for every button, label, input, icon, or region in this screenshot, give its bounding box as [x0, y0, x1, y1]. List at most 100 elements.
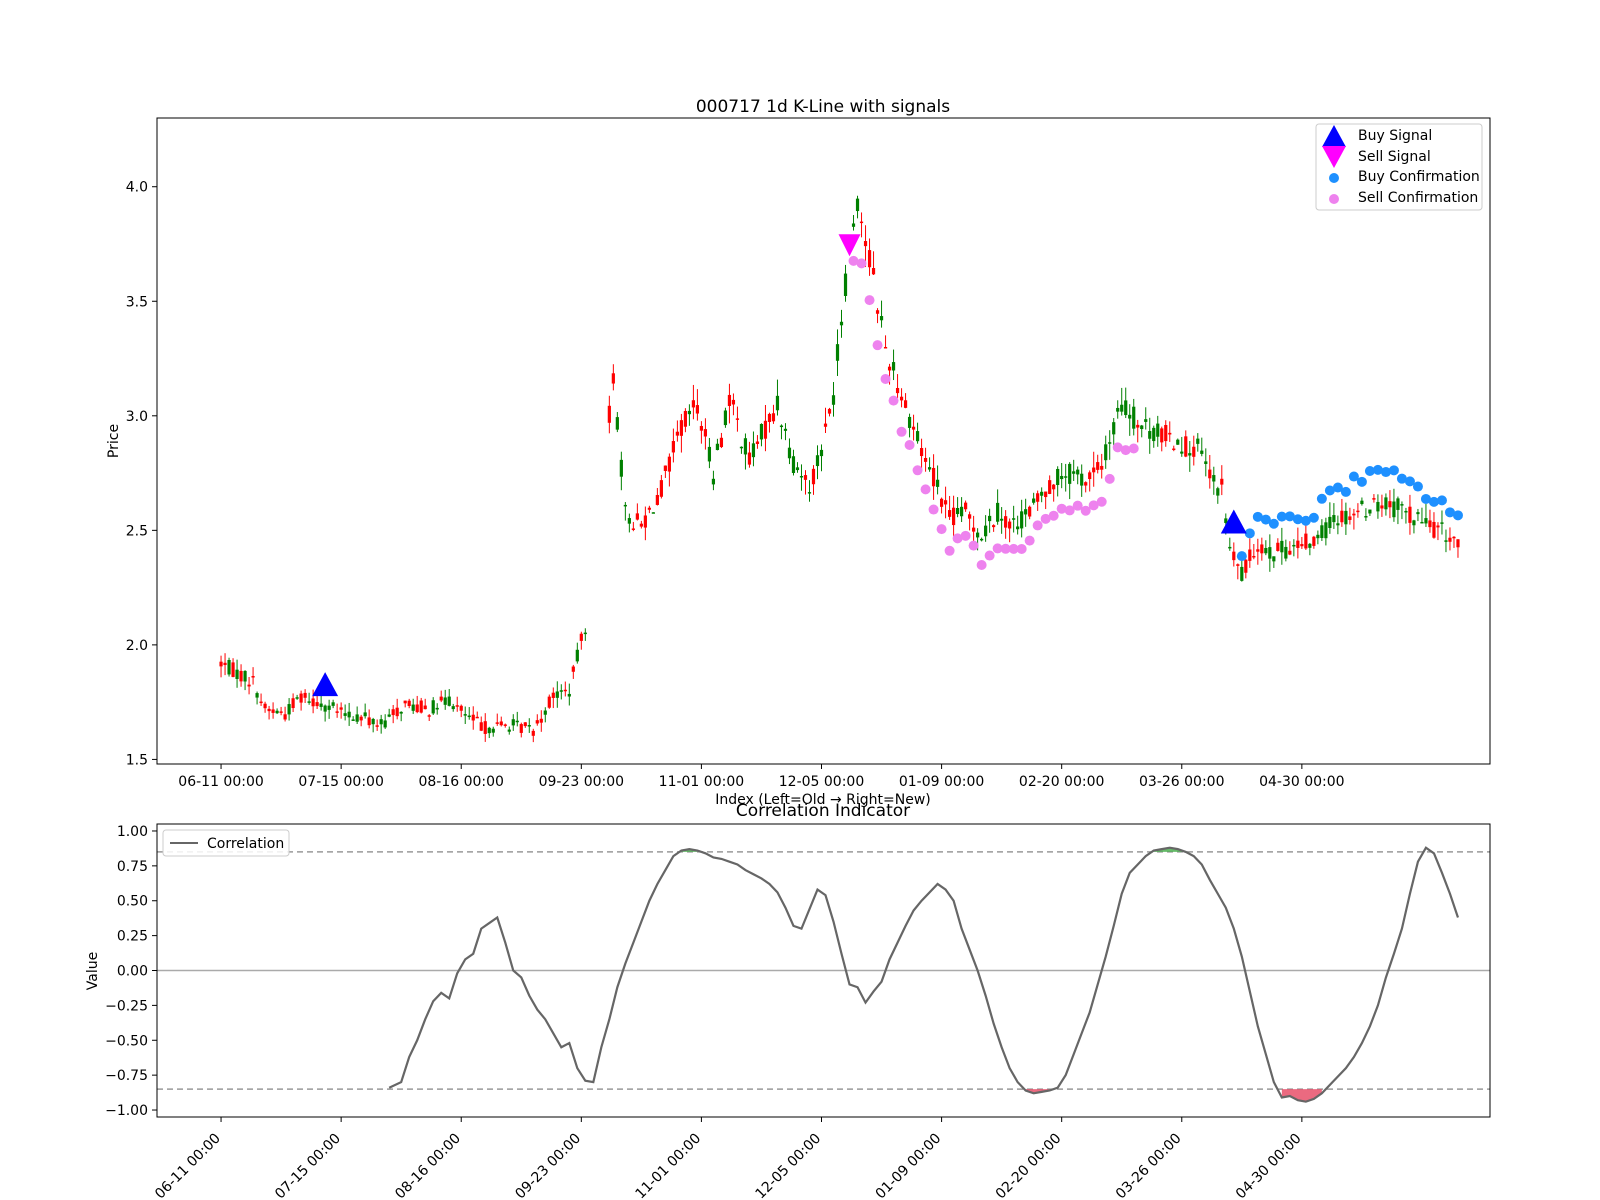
- candle-up: [879, 316, 884, 321]
- candle-up: [739, 446, 744, 449]
- candle-down: [859, 221, 864, 224]
- candle-up: [1120, 404, 1124, 412]
- sell-confirmation-dot: [1016, 543, 1027, 554]
- candle-down: [675, 431, 679, 436]
- candle-down: [883, 346, 888, 349]
- sell-confirmation-dot: [936, 524, 947, 535]
- candle-up: [351, 719, 355, 721]
- candle-up: [447, 696, 451, 706]
- candle-up: [955, 508, 960, 515]
- candle-down: [943, 500, 948, 505]
- candle-down: [267, 708, 271, 712]
- correlation-y-tick-label: 1.00: [117, 824, 148, 840]
- sell-confirmation-dot: [888, 395, 899, 406]
- candle-up: [1128, 414, 1132, 419]
- candle-up: [775, 395, 780, 411]
- candle-up: [235, 669, 239, 680]
- candle-up: [1384, 497, 1388, 510]
- candle-down: [519, 724, 523, 733]
- candle-down: [1208, 469, 1212, 479]
- kline-chart: 000717 1d K-Line with signals 1.5 2.0 2.5 3…: [106, 97, 1491, 808]
- candle-down: [1236, 564, 1240, 566]
- candle-down: [535, 720, 539, 724]
- kline-y-tick-label: 3.5: [126, 294, 148, 310]
- candle-down: [1100, 465, 1104, 470]
- sell-confirmation-dot: [880, 373, 891, 384]
- candle-down: [1136, 424, 1140, 428]
- candle-up: [707, 446, 712, 462]
- candle-down: [499, 721, 503, 726]
- candle-down: [1348, 516, 1352, 520]
- candle-down: [667, 456, 671, 472]
- candle-down: [291, 698, 295, 709]
- candle-up: [1368, 509, 1372, 514]
- candle-down: [523, 722, 527, 727]
- candle-down: [939, 498, 944, 507]
- candle-up: [1204, 461, 1208, 465]
- candle-up: [723, 410, 728, 426]
- candle-up: [915, 431, 920, 442]
- candle-down: [1220, 478, 1224, 485]
- correlation-x-tick-label: 08-16 00:00: [392, 1131, 464, 1200]
- buy-signal-marker: [312, 672, 339, 697]
- candle-up: [960, 506, 964, 517]
- candle-up: [1152, 427, 1156, 442]
- candle-up: [1216, 488, 1220, 496]
- candle-down: [611, 373, 615, 384]
- candle-down: [747, 452, 752, 465]
- candle-down: [1260, 544, 1264, 554]
- sell-confirmation-dot: [1104, 473, 1115, 484]
- candle-up: [619, 459, 623, 477]
- kline-legend: Buy Signal Sell Signal Buy Confirmation …: [1315, 123, 1483, 211]
- candle-down: [1276, 542, 1280, 551]
- candle-up: [743, 438, 748, 455]
- kline-x-tick-label: 09-23 00:00: [539, 774, 624, 790]
- kline-x-ticks: 06-11 00:00 07-15 00:00 08-16 00:00 09-23 0…: [178, 764, 1345, 790]
- candle-down: [251, 676, 255, 678]
- kline-x-tick-label: 08-16 00:00: [418, 774, 503, 790]
- candle-up: [379, 719, 383, 725]
- candle-up: [984, 525, 988, 537]
- figure: 000717 1d K-Line with signals 1.5 2.0 2.5 3…: [85, 97, 1491, 1200]
- candle-down: [863, 241, 868, 247]
- candle-up: [1068, 463, 1072, 484]
- candle-up: [555, 691, 559, 698]
- candle-down: [1088, 472, 1092, 480]
- candle-down: [903, 400, 908, 408]
- candle-down: [231, 662, 235, 677]
- candle-up: [988, 515, 992, 522]
- candle-up: [371, 718, 375, 725]
- candle-down: [247, 684, 251, 687]
- candle-down: [539, 718, 543, 723]
- candle-down: [391, 709, 395, 716]
- kline-axes-frame: [156, 117, 1491, 765]
- correlation-x-tick-label: 03-26 00:00: [1113, 1131, 1185, 1200]
- correlation-y-tick-label: −1.00: [105, 1103, 148, 1119]
- candle-up: [443, 697, 447, 705]
- candle-down: [767, 413, 772, 422]
- candle-down: [663, 465, 667, 471]
- candle-down: [1352, 513, 1356, 516]
- correlation-y-tick-label: 0.50: [117, 894, 148, 910]
- candle-up: [1124, 400, 1128, 416]
- candle-up: [831, 395, 836, 405]
- candle-down: [811, 468, 816, 485]
- kline-y-tick-label: 3.0: [126, 409, 148, 425]
- candle-up: [491, 728, 495, 733]
- candle-down: [1380, 505, 1384, 509]
- candle-up: [1240, 566, 1244, 581]
- candle-up: [1076, 469, 1080, 475]
- candle-up: [1344, 510, 1348, 525]
- candle-down: [1436, 525, 1440, 528]
- candle-up: [507, 729, 511, 732]
- correlation-y-tick-label: 0.25: [117, 929, 148, 945]
- candle-down: [1432, 521, 1436, 538]
- candle-down: [1168, 432, 1172, 435]
- candle-down: [771, 413, 776, 422]
- candle-down: [639, 523, 643, 527]
- buy-confirmation-dot: [1388, 465, 1399, 476]
- candle-up: [463, 714, 467, 716]
- sell-confirmation-dot: [872, 340, 883, 351]
- candle-down: [279, 711, 283, 713]
- sell-confirmation-dot: [864, 295, 875, 306]
